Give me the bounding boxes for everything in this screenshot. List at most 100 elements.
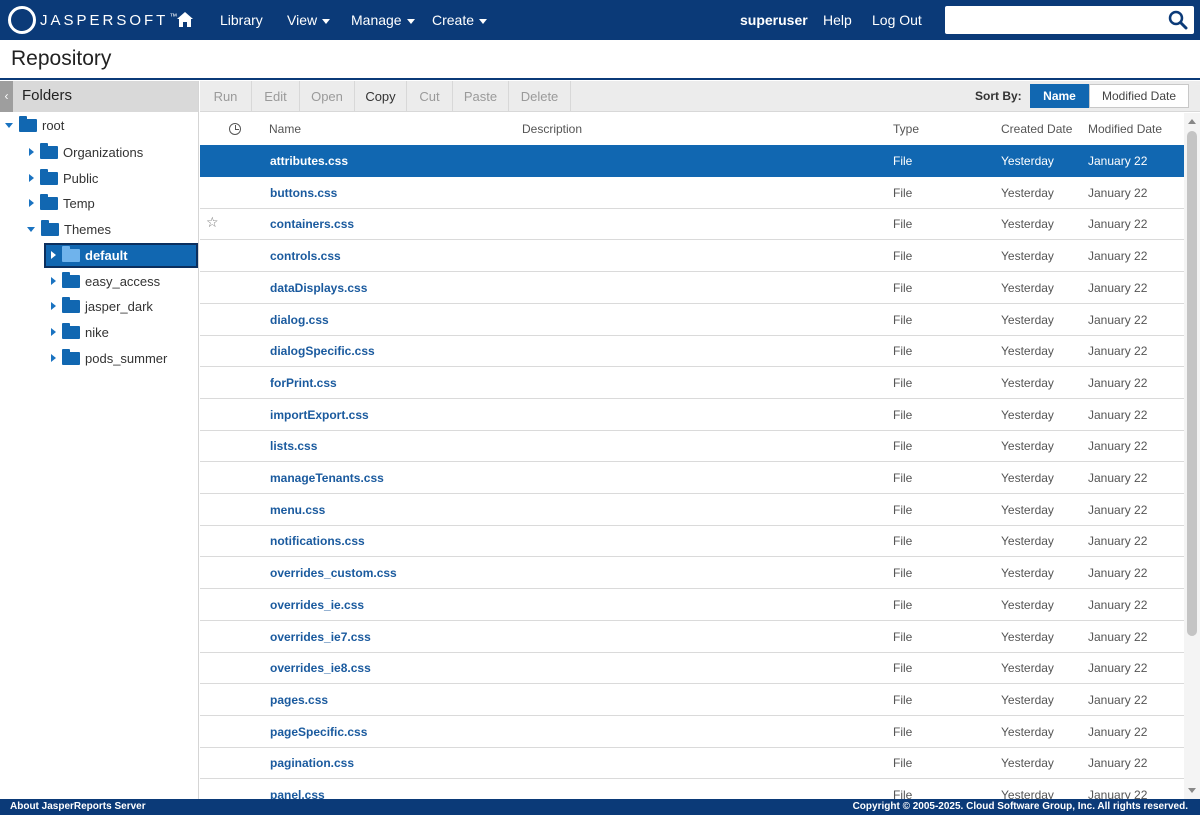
- table-row[interactable]: dataDisplays.css File Yesterday January 22: [200, 272, 1184, 304]
- expand-toggle-icon[interactable]: [29, 174, 34, 182]
- row-name[interactable]: buttons.css: [270, 186, 337, 200]
- row-name[interactable]: menu.css: [270, 503, 325, 517]
- about-link[interactable]: About JasperReports Server: [10, 801, 146, 812]
- logout-link[interactable]: Log Out: [872, 0, 922, 40]
- nav-create-menu[interactable]: Create: [432, 0, 488, 40]
- row-name[interactable]: dataDisplays.css: [270, 281, 367, 295]
- column-header-name[interactable]: Name: [269, 122, 301, 136]
- folders-panel-title: Folders: [22, 87, 73, 104]
- tree-node-temp[interactable]: Temp: [27, 192, 95, 214]
- table-row[interactable]: overrides_ie8.css File Yesterday January 22: [200, 652, 1184, 684]
- search-input[interactable]: [945, 6, 1194, 34]
- table-row[interactable]: forPrint.css File Yesterday January 22: [200, 367, 1184, 399]
- table-row[interactable]: menu.css File Yesterday January 22: [200, 494, 1184, 526]
- tree-node-nike[interactable]: nike: [49, 321, 109, 343]
- tree-node-jasper-dark[interactable]: jasper_dark: [49, 295, 153, 317]
- table-row[interactable]: dialog.css File Yesterday January 22: [200, 304, 1184, 336]
- tree-node-organizations[interactable]: Organizations: [27, 141, 143, 163]
- nav-library[interactable]: Library: [220, 0, 263, 40]
- edit-button[interactable]: Edit: [252, 81, 300, 112]
- table-row[interactable]: controls.css File Yesterday January 22: [200, 240, 1184, 272]
- row-type: File: [893, 661, 913, 675]
- table-row[interactable]: importExport.css File Yesterday January 22: [200, 399, 1184, 431]
- run-button[interactable]: Run: [200, 81, 252, 112]
- search-icon[interactable]: [1168, 10, 1188, 30]
- table-row[interactable]: attributes.css File Yesterday January 22: [200, 145, 1184, 177]
- row-name[interactable]: importExport.css: [270, 408, 369, 422]
- nav-manage-menu[interactable]: Manage: [351, 0, 415, 40]
- table-row[interactable]: ☆ containers.css File Yesterday January 22: [200, 208, 1184, 240]
- sort-by-name-button[interactable]: Name: [1030, 84, 1089, 108]
- table-row[interactable]: pageSpecific.css File Yesterday January 22: [200, 716, 1184, 748]
- row-type: File: [893, 630, 913, 644]
- table-row[interactable]: overrides_ie.css File Yesterday January 22: [200, 589, 1184, 621]
- row-name[interactable]: overrides_ie8.css: [270, 661, 371, 675]
- row-name[interactable]: notifications.css: [270, 534, 365, 548]
- row-name[interactable]: attributes.css: [270, 154, 348, 168]
- user-menu[interactable]: superuser: [740, 0, 808, 40]
- row-name[interactable]: pageSpecific.css: [270, 725, 367, 739]
- sort-by-modified-date-button[interactable]: Modified Date: [1089, 84, 1189, 108]
- row-type: File: [893, 408, 913, 422]
- row-name[interactable]: overrides_ie7.css: [270, 630, 371, 644]
- table-row[interactable]: panel.css File Yesterday January 22: [200, 779, 1184, 799]
- tree-node-easy-access[interactable]: easy_access: [49, 270, 160, 292]
- tree-node-root[interactable]: root: [5, 114, 64, 136]
- help-link[interactable]: Help: [823, 0, 852, 40]
- expand-toggle-icon[interactable]: [27, 226, 35, 232]
- table-row[interactable]: lists.css File Yesterday January 22: [200, 430, 1184, 462]
- row-modified-date: January 22: [1088, 439, 1148, 453]
- row-name[interactable]: overrides_custom.css: [270, 566, 397, 580]
- expand-toggle-icon[interactable]: [51, 328, 56, 336]
- expand-toggle-icon[interactable]: [29, 199, 34, 207]
- expand-toggle-icon[interactable]: [51, 277, 56, 285]
- table-row[interactable]: manageTenants.css File Yesterday January 22: [200, 462, 1184, 494]
- row-name[interactable]: pages.css: [270, 693, 328, 707]
- row-name[interactable]: overrides_ie.css: [270, 598, 364, 612]
- table-row[interactable]: pages.css File Yesterday January 22: [200, 684, 1184, 716]
- table-row[interactable]: overrides_custom.css File Yesterday January…: [200, 557, 1184, 589]
- row-created-date: Yesterday: [1001, 693, 1054, 707]
- row-name[interactable]: lists.css: [270, 439, 317, 453]
- expand-toggle-icon[interactable]: [51, 251, 56, 259]
- row-name[interactable]: dialog.css: [270, 313, 329, 327]
- home-icon[interactable]: [176, 11, 194, 28]
- table-row[interactable]: pagination.css File Yesterday January 22: [200, 747, 1184, 779]
- tree-node-public[interactable]: Public: [27, 167, 98, 189]
- expand-toggle-icon[interactable]: [29, 148, 34, 156]
- tree-node-default[interactable]: default: [49, 244, 128, 266]
- scrollbar-thumb[interactable]: [1187, 131, 1197, 636]
- row-name[interactable]: controls.css: [270, 249, 341, 263]
- row-name[interactable]: panel.css: [270, 788, 325, 799]
- row-type: File: [893, 313, 913, 327]
- delete-button[interactable]: Delete: [509, 81, 571, 112]
- collapse-panel-button[interactable]: ‹: [0, 81, 13, 112]
- table-row[interactable]: dialogSpecific.css File Yesterday January 2…: [200, 335, 1184, 367]
- list-scrollbar[interactable]: [1184, 113, 1200, 799]
- table-row[interactable]: notifications.css File Yesterday January 22: [200, 525, 1184, 557]
- jaspersoft-logo[interactable]: JASPERSOFT™: [8, 6, 180, 34]
- expand-toggle-icon[interactable]: [51, 354, 56, 362]
- scroll-down-arrow-icon[interactable]: [1188, 788, 1196, 793]
- tree-node-themes[interactable]: Themes: [27, 218, 111, 240]
- clock-icon[interactable]: [229, 123, 241, 135]
- column-header-modified-date[interactable]: Modified Date: [1088, 122, 1162, 136]
- row-created-date: Yesterday: [1001, 281, 1054, 295]
- table-row[interactable]: overrides_ie7.css File Yesterday January 22: [200, 621, 1184, 653]
- expand-toggle-icon[interactable]: [5, 122, 13, 128]
- nav-view-menu[interactable]: View: [287, 0, 331, 40]
- row-name[interactable]: containers.css: [270, 217, 354, 231]
- row-name[interactable]: forPrint.css: [270, 376, 337, 390]
- copy-button[interactable]: Copy: [355, 81, 407, 112]
- row-name[interactable]: pagination.css: [270, 756, 354, 770]
- open-button[interactable]: Open: [300, 81, 355, 112]
- table-row[interactable]: buttons.css File Yesterday January 22: [200, 177, 1184, 209]
- row-name[interactable]: dialogSpecific.css: [270, 344, 375, 358]
- expand-toggle-icon[interactable]: [51, 302, 56, 310]
- scroll-up-arrow-icon[interactable]: [1188, 119, 1196, 124]
- star-icon[interactable]: ☆: [206, 214, 219, 231]
- row-name[interactable]: manageTenants.css: [270, 471, 384, 485]
- cut-button[interactable]: Cut: [407, 81, 453, 112]
- paste-button[interactable]: Paste: [453, 81, 509, 112]
- tree-node-pods-summer[interactable]: pods_summer: [49, 347, 167, 369]
